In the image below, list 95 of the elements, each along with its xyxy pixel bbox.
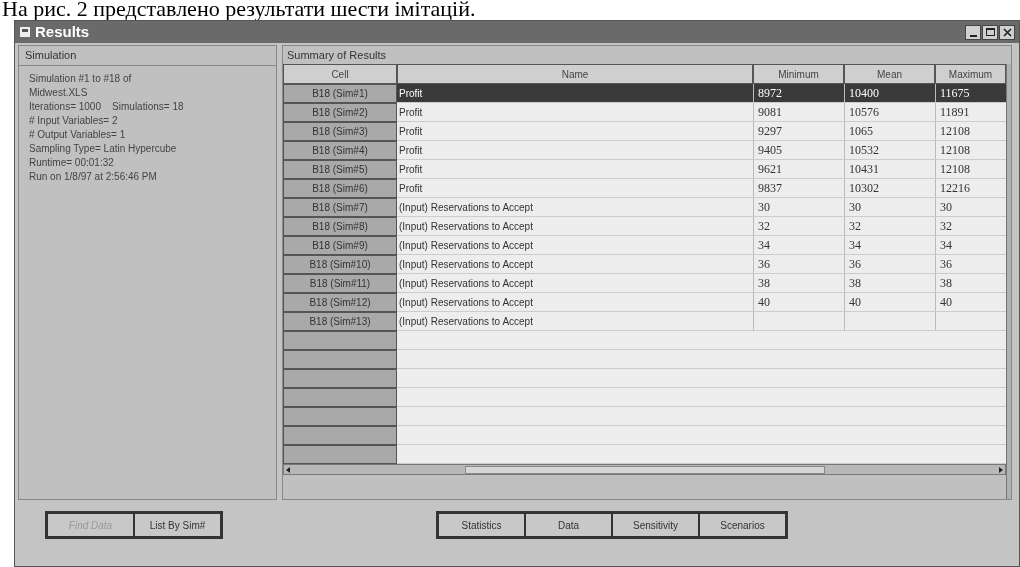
row-background[interactable]: Profit 9621 10431 12108 [397, 160, 1006, 179]
row-background[interactable]: Profit 8972 10400 11675 [397, 84, 1006, 103]
table-cell-text: (Input) Reservations to Accept [398, 219, 534, 234]
table-cell: 36 [753, 255, 844, 273]
table-cell: 36 [844, 255, 935, 273]
close-icon [1002, 27, 1012, 37]
minimize-button[interactable] [965, 24, 981, 40]
cell-label[interactable]: B18 (Sim#11) [283, 274, 397, 293]
action-button[interactable]: List By Sim# [135, 514, 220, 536]
row-background[interactable]: Profit 9405 10532 12108 [397, 141, 1006, 160]
info-text: # Output Variables= 1 [29, 128, 127, 142]
view-button[interactable]: Data [526, 514, 611, 536]
table-cell-text: Profit [398, 105, 424, 120]
table-cell: 10576 [844, 103, 935, 121]
caption-text: На рис. 2 представлено результати шести імітацій. [1, 0, 477, 20]
info-text: Sampling Type= Latin Hypercube [29, 142, 178, 156]
table-cell: 30 [844, 198, 935, 216]
right-arrow-icon[interactable] [997, 465, 1005, 474]
table-cell-text: (Input) Reservations to Accept [398, 257, 534, 272]
column-header[interactable]: Minimum [753, 64, 844, 84]
row-background[interactable]: (Input) Reservations to Accept 36 36 36 [397, 255, 1006, 274]
cell-label[interactable]: B18 (Sim#13) [283, 312, 397, 331]
info-text: Midwest.XLS [29, 86, 89, 100]
table-cell-text: Profit [398, 86, 424, 101]
cell-label[interactable]: B18 (Sim#8) [283, 217, 397, 236]
view-button[interactable]: Sensitivity [613, 514, 698, 536]
cell-label[interactable]: B18 (Sim#6) [283, 179, 397, 198]
row-background[interactable]: (Input) Reservations to Accept 40 40 40 [397, 293, 1006, 312]
vertical-scrollbar[interactable] [1006, 64, 1011, 499]
maximize-button[interactable] [982, 24, 998, 40]
column-header[interactable]: Cell [283, 64, 397, 84]
row-background[interactable]: (Input) Reservations to Accept [397, 312, 1006, 331]
cell-label[interactable]: B18 (Sim#4) [283, 141, 397, 160]
view-button[interactable]: Scenarios [700, 514, 785, 536]
info-text: Simulation #1 to #18 of [29, 72, 133, 86]
info-text: Runtime= 00:01:32 [29, 156, 115, 170]
left-arrow-icon[interactable] [284, 465, 292, 474]
table-cell: 32 [753, 217, 844, 235]
info-text: # Input Variables= 2 [29, 114, 119, 128]
cell-label[interactable]: B18 (Sim#1) [283, 84, 397, 103]
table-cell: 9081 [753, 103, 844, 121]
table-cell: 8972 [753, 84, 844, 102]
table-cell: 9297 [753, 122, 844, 140]
window-title: Results [35, 21, 90, 42]
table-cell: 10302 [844, 179, 935, 197]
table-cell: 10532 [844, 141, 935, 159]
table-cell: 40 [844, 293, 935, 311]
table-cell-text: (Input) Reservations to Accept [398, 295, 534, 310]
row-background[interactable]: Profit 9081 10576 11891 [397, 103, 1006, 122]
table-cell-text: (Input) Reservations to Accept [398, 276, 534, 291]
row-background[interactable]: Profit 9837 10302 12216 [397, 179, 1006, 198]
cell-label[interactable]: B18 (Sim#7) [283, 198, 397, 217]
panel-title: Simulation [19, 46, 276, 66]
table-cell: 38 [844, 274, 935, 292]
cell-label[interactable]: B18 (Sim#2) [283, 103, 397, 122]
table-cell: 32 [844, 217, 935, 235]
table-cell-text: Profit [398, 162, 424, 177]
table-cell: 10400 [844, 84, 935, 102]
table-cell: 34 [753, 236, 844, 254]
table-cell: 1065 [844, 122, 935, 140]
table-cell: 38 [753, 274, 844, 292]
table-cell: 9621 [753, 160, 844, 178]
table-cell-text: (Input) Reservations to Accept [398, 200, 534, 215]
table-cell-text: Profit [398, 124, 424, 139]
row-background[interactable]: (Input) Reservations to Accept 30 30 30 [397, 198, 1006, 217]
view-button[interactable]: Statistics [439, 514, 524, 536]
scroll-thumb[interactable] [464, 465, 825, 474]
row-background[interactable]: (Input) Reservations to Accept 32 32 32 [397, 217, 1006, 236]
row-background[interactable]: (Input) Reservations to Accept 34 34 34 [397, 236, 1006, 255]
table-cell-text: (Input) Reservations to Accept [398, 314, 534, 329]
close-button[interactable] [999, 24, 1015, 40]
table-cell: 10431 [844, 160, 935, 178]
cell-label[interactable]: B18 (Sim#10) [283, 255, 397, 274]
info-text: Run on 1/8/97 at 2:56:46 PM [29, 170, 158, 184]
app-icon [19, 26, 31, 38]
column-header[interactable]: Mean [844, 64, 935, 84]
row-background[interactable]: (Input) Reservations to Accept 38 38 38 [397, 274, 1006, 293]
info-text: Iterations= 1000 Simulations= 18 [29, 100, 185, 114]
table-cell: 34 [844, 236, 935, 254]
table-cell: 40 [753, 293, 844, 311]
cell-label[interactable]: B18 (Sim#3) [283, 122, 397, 141]
cell-label[interactable]: B18 (Sim#9) [283, 236, 397, 255]
cell-label[interactable]: B18 (Sim#12) [283, 293, 397, 312]
table-cell: 9405 [753, 141, 844, 159]
column-header[interactable]: Maximum [935, 64, 1006, 84]
row-background[interactable]: Profit 9297 1065 12108 [397, 122, 1006, 141]
table-cell: 30 [753, 198, 844, 216]
panel-title: Summary of Results [286, 47, 388, 63]
table-cell-text: (Input) Reservations to Accept [398, 238, 534, 253]
cell-label[interactable]: B18 (Sim#5) [283, 160, 397, 179]
horizontal-scrollbar[interactable] [283, 464, 1006, 475]
table-cell-text: Profit [398, 143, 424, 158]
column-header[interactable]: Name [397, 64, 753, 84]
table-cell: 9837 [753, 179, 844, 197]
table-cell-text: Profit [398, 181, 424, 196]
